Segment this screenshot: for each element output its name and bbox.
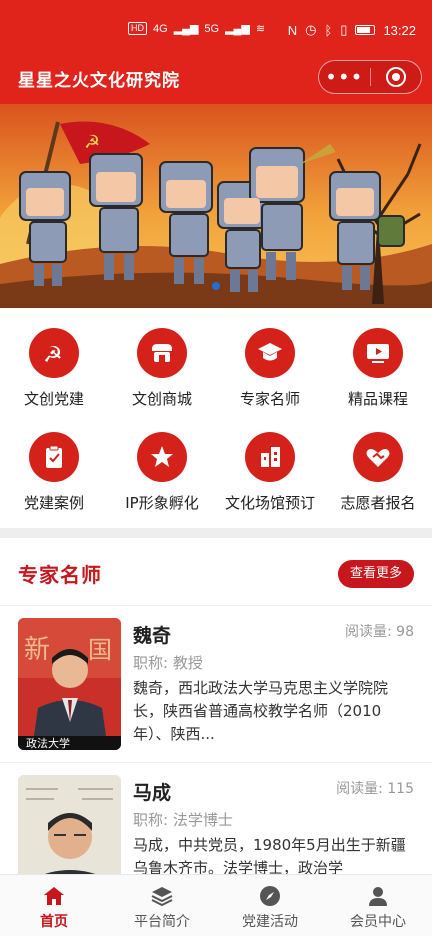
feature-grid: ☭ 文创党建 文创商城 专家名师 精品课程 党建案例 IP形象孵化 文化场馆预订…: [0, 316, 432, 524]
expert-title: 职称: 法学博士: [133, 811, 233, 829]
grid-item-label: 志愿者报名: [340, 494, 416, 512]
expert-card[interactable]: 新 国 政法大学 魏奇 阅读量: 98 职称: 教授 魏奇，西北政法大学马克思主…: [0, 607, 432, 763]
svg-text:政法大学: 政法大学: [26, 736, 70, 750]
nfc-icon: N: [287, 22, 298, 38]
grid-item-label: 文化场馆预订: [224, 494, 315, 512]
grid-item-party-building[interactable]: ☭ 文创党建: [0, 316, 108, 420]
svg-text:☭: ☭: [84, 132, 100, 153]
expert-title: 职称: 教授: [133, 654, 203, 672]
grid-item-volunteer[interactable]: 志愿者报名: [324, 420, 432, 524]
signal-icon: ▂▄▆: [173, 23, 199, 35]
svg-text:新: 新: [24, 635, 50, 665]
tab-party-activities[interactable]: 党建活动: [216, 875, 324, 936]
grid-item-label: 文创商城: [131, 390, 192, 408]
read-count: 阅读量: 115: [336, 781, 414, 797]
close-target-icon[interactable]: [370, 67, 421, 87]
top-bar: HD 4G ▂▄▆ 5G ▂▄▆ ≋ N ◷ ᛒ ▯ 13:22 星星之火文化研…: [0, 0, 432, 104]
bottom-tab-bar: 首页 平台简介 党建活动 会员中心: [0, 874, 432, 936]
tab-platform-intro[interactable]: 平台简介: [108, 875, 216, 936]
grid-item-venue-booking[interactable]: 文化场馆预订: [216, 420, 324, 524]
layers-icon: [151, 887, 173, 907]
heart-handshake-icon: [353, 432, 403, 482]
star-icon: [137, 432, 187, 482]
view-more-button[interactable]: 查看更多: [337, 560, 414, 588]
graduation-cap-icon: [245, 328, 295, 378]
expert-description: 魏奇，西北政法大学马克思主义学院院长，陕西省普通高校教学名师（2010年）、陕西…: [133, 679, 389, 743]
tab-label: 首页: [40, 914, 68, 930]
network-5g: 5G: [204, 22, 220, 35]
tab-home[interactable]: 首页: [0, 875, 108, 936]
grid-item-label: 党建案例: [23, 494, 84, 512]
more-menu-icon[interactable]: •••: [319, 67, 370, 87]
carousel-indicator[interactable]: [212, 282, 220, 290]
grid-item-label: 精品课程: [347, 390, 408, 408]
status-bar: HD 4G ▂▄▆ 5G ▂▄▆ ≋ N ◷ ᛒ ▯ 13:22: [0, 0, 432, 62]
section-title: 专家名师: [18, 563, 102, 587]
battery-icon: [355, 25, 376, 35]
tab-label: 党建活动: [242, 914, 298, 930]
network-4g: 4G: [153, 22, 168, 35]
read-count: 阅读量: 98: [345, 624, 414, 640]
wifi-icon: ≋: [255, 23, 266, 35]
bluetooth-icon: ᛒ: [324, 22, 333, 38]
mini-program-capsule: •••: [318, 60, 422, 94]
compass-icon: [260, 886, 280, 906]
banner-carousel[interactable]: ☭: [0, 104, 432, 308]
clipboard-check-icon: [29, 432, 79, 482]
home-icon: [44, 887, 64, 905]
signal-icon-2: ▂▄▆: [225, 23, 250, 35]
section-divider: [0, 528, 432, 538]
expert-name: 马成: [133, 782, 172, 804]
svg-text:☭: ☭: [43, 343, 63, 367]
grid-item-label: 专家名师: [239, 390, 300, 408]
clock: 13:22: [383, 22, 416, 38]
expert-name: 魏奇: [133, 625, 172, 647]
alarm-icon: ◷: [305, 22, 317, 37]
vibrate-icon: ▯: [340, 22, 348, 37]
grid-item-experts[interactable]: 专家名师: [216, 316, 324, 420]
video-play-icon: [353, 328, 403, 378]
user-icon: [369, 887, 387, 906]
banner-image: ☭: [0, 104, 432, 308]
building-icon: [245, 432, 295, 482]
grid-item-ip-incubation[interactable]: IP形象孵化: [108, 420, 216, 524]
grid-item-label: IP形象孵化: [125, 494, 199, 512]
expert-photo: 新 国 政法大学: [18, 618, 121, 750]
experts-section-header: 专家名师 查看更多: [0, 538, 432, 606]
shop-icon: [137, 328, 187, 378]
hd-badge: HD: [128, 22, 147, 35]
grid-item-courses[interactable]: 精品课程: [324, 316, 432, 420]
app-title: 星星之火文化研究院: [18, 71, 180, 91]
hammer-sickle-icon: ☭: [29, 328, 79, 378]
grid-item-label: 文创党建: [23, 390, 84, 408]
grid-item-shop[interactable]: 文创商城: [108, 316, 216, 420]
svg-text:国: 国: [88, 636, 112, 664]
tab-label: 平台简介: [134, 914, 190, 930]
grid-item-cases[interactable]: 党建案例: [0, 420, 108, 524]
tab-label: 会员中心: [350, 914, 406, 930]
tab-member-center[interactable]: 会员中心: [324, 875, 432, 936]
